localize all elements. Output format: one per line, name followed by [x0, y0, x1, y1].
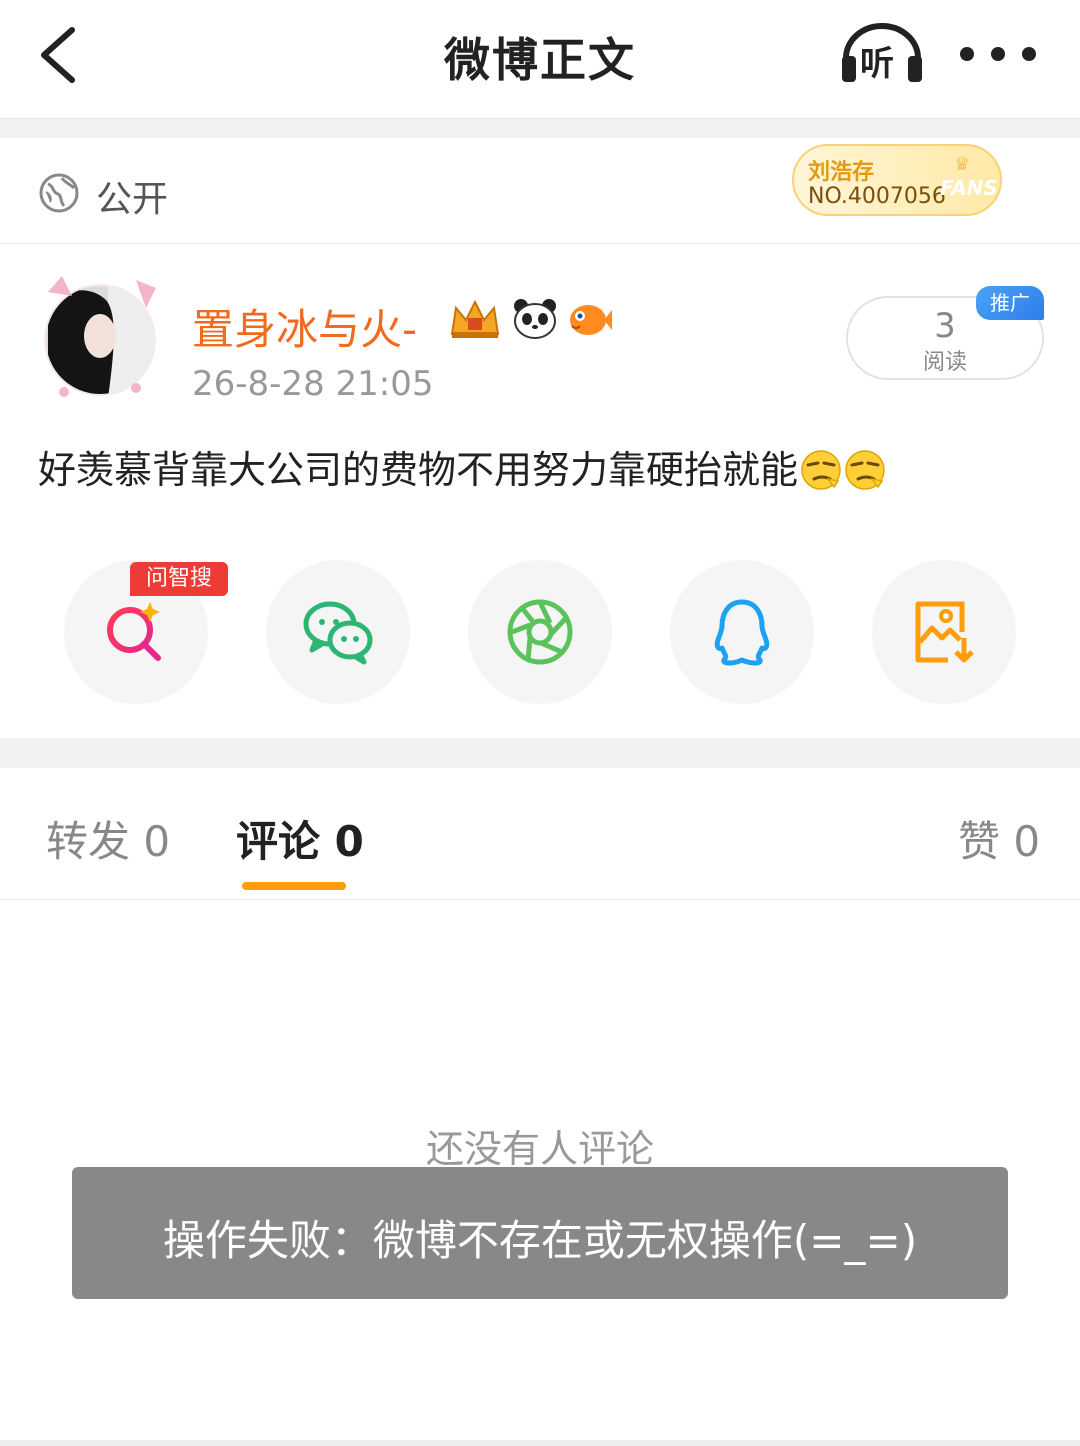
- top-bar: 微博正文 听: [0, 0, 1080, 118]
- section-divider: [0, 738, 1080, 768]
- save-image-button[interactable]: [872, 560, 1016, 704]
- bottom-divider: [0, 1440, 1080, 1446]
- active-tab-indicator: [242, 882, 346, 890]
- qq-share-button[interactable]: [670, 560, 814, 704]
- fans-badge[interactable]: 刘浩存 ♛ NO.4007056 FANS: [792, 144, 1002, 216]
- visibility-row: 公开 刘浩存 ♛ NO.4007056 FANS: [0, 138, 1080, 244]
- moments-icon: [507, 599, 573, 665]
- tab-repost[interactable]: 转发 0: [46, 808, 170, 869]
- fans-badge-number: NO.4007056: [808, 184, 946, 209]
- avatar[interactable]: [38, 274, 162, 398]
- fans-badge-name: 刘浩存: [808, 160, 875, 185]
- panda-badge-icon[interactable]: [512, 296, 558, 340]
- qq-icon: [714, 599, 770, 666]
- post-header: 置身冰与火- 26-8-28 21:05 3 阅读: [0, 246, 1080, 426]
- wechat-share-button[interactable]: [266, 560, 410, 704]
- more-options-button[interactable]: [960, 40, 1036, 68]
- moments-share-button[interactable]: [468, 560, 612, 704]
- dot-icon: [991, 47, 1005, 61]
- post-text: 好羡慕背靠大公司的费物不用努力靠硬抬就能: [38, 448, 799, 492]
- smirk-emoji-icon: [845, 450, 885, 490]
- tab-comment[interactable]: 评论 0: [236, 808, 364, 869]
- post-content: 好羡慕背靠大公司的费物不用努力靠硬抬就能: [38, 442, 1048, 498]
- interaction-tabs: 转发 0 评论 0 赞 0: [0, 768, 1080, 900]
- tab-like[interactable]: 赞 0: [958, 808, 1040, 869]
- author-name[interactable]: 置身冰与火-: [192, 296, 417, 357]
- listen-button[interactable]: 听: [838, 18, 926, 88]
- crown-badge-icon[interactable]: [448, 296, 502, 340]
- promo-tag[interactable]: 推广: [976, 286, 1044, 320]
- wechat-icon: [303, 601, 373, 665]
- visibility-label: 公开: [96, 179, 169, 220]
- reads-label: 阅读: [922, 350, 967, 375]
- section-divider: [0, 118, 1080, 138]
- save-image-icon: [915, 601, 974, 663]
- dot-icon: [1022, 47, 1036, 61]
- listen-label: 听: [860, 44, 894, 84]
- pufferfish-badge-icon[interactable]: [566, 298, 612, 338]
- ask-tag: 问智搜: [130, 562, 228, 596]
- empty-comments-text: 还没有人评论: [425, 1127, 654, 1171]
- crown-icon: ♛: [954, 154, 971, 175]
- fans-badge-word: FANS: [940, 176, 998, 200]
- ai-search-icon: [107, 602, 161, 661]
- post-time: 26-8-28 21:05: [192, 364, 434, 404]
- toast-message: 操作失败：微博不存在或无权操作(=_=): [162, 1216, 918, 1265]
- dot-icon: [960, 47, 974, 61]
- error-toast: 操作失败：微博不存在或无权操作(=_=): [72, 1167, 1008, 1299]
- smirk-emoji-icon: [801, 450, 841, 490]
- globe-icon: [39, 173, 79, 213]
